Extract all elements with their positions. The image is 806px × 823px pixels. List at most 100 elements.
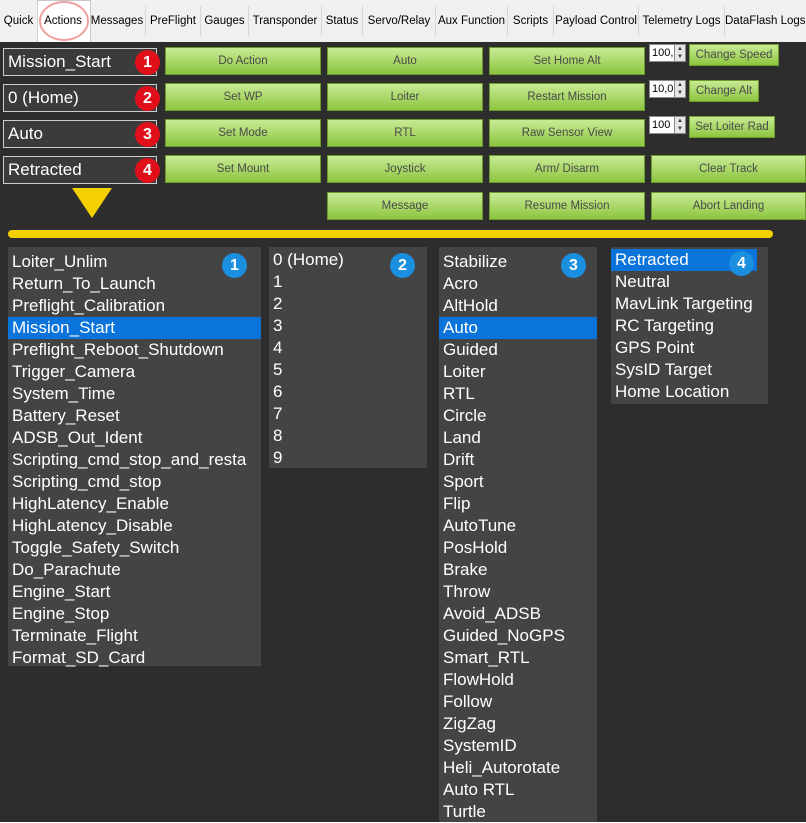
yellow-down-arrow-icon	[72, 188, 112, 218]
list-item[interactable]: Flip	[439, 493, 597, 515]
list-item[interactable]: Do_Parachute	[8, 559, 261, 581]
list-item[interactable]: RC Targeting	[611, 315, 768, 337]
list-item[interactable]: 9	[269, 447, 427, 469]
list-item[interactable]: System_Time	[8, 383, 261, 405]
waypoint-combo[interactable]: 0 (Home)	[3, 84, 157, 112]
list-item[interactable]: Guided	[439, 339, 597, 361]
raw-sensor-view-button[interactable]: Raw Sensor View	[489, 119, 645, 147]
set-mode-button[interactable]: Set Mode	[165, 119, 321, 147]
list-item[interactable]: Avoid_ADSB	[439, 603, 597, 625]
list-item[interactable]: Heli_Autorotate	[439, 757, 597, 779]
tab-gauges[interactable]: Gauges	[201, 6, 249, 36]
list-item[interactable]: Engine_Stop	[8, 603, 261, 625]
change-alt-button[interactable]: Change Alt	[689, 80, 759, 102]
resume-mission-button[interactable]: Resume Mission	[489, 192, 645, 220]
tab-transponder[interactable]: Transponder	[249, 6, 322, 36]
list-item[interactable]: Drift	[439, 449, 597, 471]
list-item[interactable]: 5	[269, 359, 427, 381]
list-item[interactable]: AltHold	[439, 295, 597, 317]
tab-status[interactable]: Status	[322, 6, 363, 36]
waypoint-list[interactable]: 0 (Home) 1 2 3 4 5 6 7 8 9	[269, 247, 427, 468]
mode-list[interactable]: Stabilize Acro AltHold Auto Guided Loiter RTL C…	[439, 247, 597, 822]
list-item[interactable]: Mission_Start	[8, 317, 261, 339]
list-item[interactable]: ADSB_Out_Ident	[8, 427, 261, 449]
tab-bar: Quick Actions Messages PreFlight Gauges …	[0, 0, 806, 43]
list-item[interactable]: SysID Target	[611, 359, 768, 381]
list-item[interactable]: Scripting_cmd_stop	[8, 471, 261, 493]
tab-aux-function[interactable]: Aux Function	[436, 6, 508, 36]
list-item[interactable]: Return_To_Launch	[8, 273, 261, 295]
list-item[interactable]: Preflight_Reboot_Shutdown	[8, 339, 261, 361]
set-home-alt-button[interactable]: Set Home Alt	[489, 47, 645, 75]
list-item[interactable]: Terminate_Flight	[8, 625, 261, 647]
speed-spinner[interactable]: ▲ ▼	[674, 44, 686, 62]
list-item[interactable]: Preflight_Calibration	[8, 295, 261, 317]
list-item[interactable]: AutoTune	[439, 515, 597, 537]
tab-payload-control[interactable]: Payload Control	[554, 6, 639, 36]
list-item[interactable]: Battery_Reset	[8, 405, 261, 427]
list-item[interactable]: RTL	[439, 383, 597, 405]
tab-preflight[interactable]: PreFlight	[146, 6, 201, 36]
list-item[interactable]: 2	[269, 293, 427, 315]
tab-telemetry-logs[interactable]: Telemetry Logs	[639, 6, 725, 36]
tab-actions[interactable]: Actions	[38, 6, 88, 36]
list-item[interactable]: Trigger_Camera	[8, 361, 261, 383]
list-item[interactable]: 8	[269, 425, 427, 447]
list-item[interactable]: Guided_NoGPS	[439, 625, 597, 647]
list-item[interactable]: FlowHold	[439, 669, 597, 691]
list-item[interactable]: 6	[269, 381, 427, 403]
auto-button[interactable]: Auto	[327, 47, 483, 75]
alt-spinner[interactable]: ▲ ▼	[674, 80, 686, 98]
action-combo[interactable]: Mission_Start	[3, 48, 157, 76]
tab-servo-relay[interactable]: Servo/Relay	[363, 6, 436, 36]
list-item[interactable]: Smart_RTL	[439, 647, 597, 669]
list-item[interactable]: Sport	[439, 471, 597, 493]
list-item[interactable]: Follow	[439, 691, 597, 713]
list-item[interactable]: 7	[269, 403, 427, 425]
tab-scripts[interactable]: Scripts	[508, 6, 554, 36]
loiter-button[interactable]: Loiter	[327, 83, 483, 111]
list-item[interactable]: PosHold	[439, 537, 597, 559]
list-item[interactable]: Scripting_cmd_stop_and_resta	[8, 449, 261, 471]
tab-quick[interactable]: Quick	[0, 6, 38, 36]
arm-disarm-button[interactable]: Arm/ Disarm	[489, 155, 645, 183]
list-item[interactable]: Format_SD_Card	[8, 647, 261, 669]
loiter-rad-spinner[interactable]: ▲ ▼	[674, 116, 686, 134]
clear-track-button[interactable]: Clear Track	[651, 155, 806, 183]
list-item[interactable]: Auto RTL	[439, 779, 597, 801]
tab-dataflash-logs[interactable]: DataFlash Logs	[725, 6, 806, 36]
joystick-button[interactable]: Joystick	[327, 155, 483, 183]
list-item[interactable]: Brake	[439, 559, 597, 581]
change-speed-button[interactable]: Change Speed	[689, 44, 779, 66]
list-item[interactable]: Auto	[439, 317, 597, 339]
list-item[interactable]: SystemID	[439, 735, 597, 757]
list-item[interactable]: GPS Point	[611, 337, 768, 359]
message-button[interactable]: Message	[327, 192, 483, 220]
action-list[interactable]: Loiter_Unlim Return_To_Launch Preflight_Ca…	[8, 247, 261, 669]
set-loiter-rad-button[interactable]: Set Loiter Rad	[689, 116, 775, 138]
set-mount-button[interactable]: Set Mount	[165, 155, 321, 183]
list-item[interactable]: 3	[269, 315, 427, 337]
mode-combo[interactable]: Auto	[3, 120, 157, 148]
set-wp-button[interactable]: Set WP	[165, 83, 321, 111]
restart-mission-button[interactable]: Restart Mission	[489, 83, 645, 111]
actions-panel: Mission_Start 0 (Home) Auto Retracted 1 …	[0, 42, 806, 822]
list-item[interactable]: Turtle	[439, 801, 597, 823]
abort-landing-button[interactable]: Abort Landing	[651, 192, 806, 220]
mount-combo[interactable]: Retracted	[3, 156, 157, 184]
list-item[interactable]: Throw	[439, 581, 597, 603]
tab-messages[interactable]: Messages	[89, 6, 146, 36]
do-action-button[interactable]: Do Action	[165, 47, 321, 75]
list-item[interactable]: MavLink Targeting	[611, 293, 768, 315]
list-item[interactable]: Home Location	[611, 381, 768, 403]
list-item[interactable]: Circle	[439, 405, 597, 427]
rtl-button[interactable]: RTL	[327, 119, 483, 147]
list-item[interactable]: 4	[269, 337, 427, 359]
list-item[interactable]: Toggle_Safety_Switch	[8, 537, 261, 559]
list-item[interactable]: ZigZag	[439, 713, 597, 735]
list-item[interactable]: Land	[439, 427, 597, 449]
list-item[interactable]: Engine_Start	[8, 581, 261, 603]
list-item[interactable]: Loiter	[439, 361, 597, 383]
list-item[interactable]: HighLatency_Enable	[8, 493, 261, 515]
list-item[interactable]: HighLatency_Disable	[8, 515, 261, 537]
